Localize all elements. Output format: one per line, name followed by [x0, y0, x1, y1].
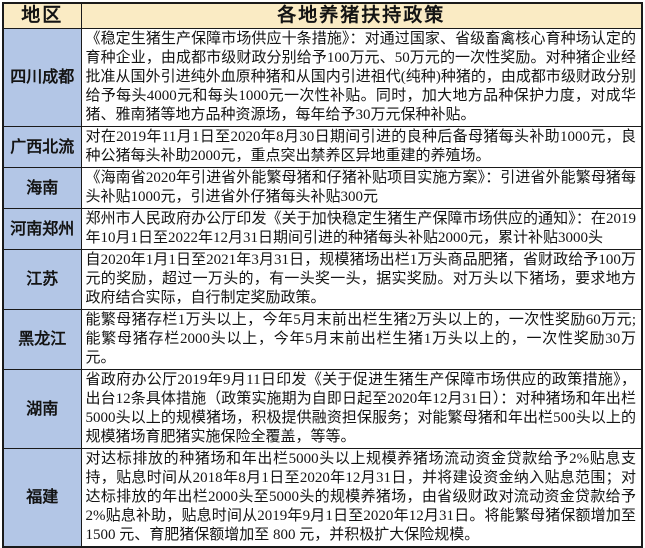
policy-cell: 《海南省2020年引进省外能繁母猪和仔猪补贴项目实施方案》：引进省外能繁母猪每头…: [81, 168, 642, 209]
policy-cell: 郑州市人民政府办公厅印发《关于加快稳定生猪生产保障市场供应的通知》：在2019年…: [81, 209, 642, 250]
policy-cell: 自2020年1月1日至2021年3月31日，规模猪场出栏1万头商品肥猪，省财政给…: [81, 250, 642, 310]
region-cell: 海南: [3, 168, 81, 209]
table-row: 海南 《海南省2020年引进省外能繁母猪和仔猪补贴项目实施方案》：引进省外能繁母…: [3, 168, 642, 209]
policy-cell: 对在2019年11月1日至2020年8月30日期间引进的良种后备母猪每头补助10…: [81, 127, 642, 168]
table-row: 河南郑州 郑州市人民政府办公厅印发《关于加快稳定生猪生产保障市场供应的通知》：在…: [3, 209, 642, 250]
region-cell: 黑龙江: [3, 310, 81, 370]
policy-cell: 能繁母猪存栏1万头以上，今年5月末前出栏生猪2万头以上的，一次性奖励60万元;能…: [81, 310, 642, 370]
region-cell: 四川成都: [3, 29, 81, 127]
policy-column-header: 各地养猪扶持政策: [81, 3, 642, 29]
region-cell: 河南郑州: [3, 209, 81, 250]
policy-cell: 《稳定生猪生产保障市场供应十条措施》：对通过国家、省级畜禽核心育种场认定的育种企…: [81, 29, 642, 127]
table-row: 江苏 自2020年1月1日至2021年3月31日，规模猪场出栏1万头商品肥猪，省…: [3, 250, 642, 310]
table-header-row: 地区 各地养猪扶持政策: [3, 3, 642, 29]
region-cell: 江苏: [3, 250, 81, 310]
region-column-header: 地区: [3, 3, 81, 29]
policy-table-body: 四川成都 《稳定生猪生产保障市场供应十条措施》：对通过国家、省级畜禽核心育种场认…: [3, 29, 642, 548]
table-row: 福建 对达标排放的种猪场和年出栏5000头以上规模养猪场流动资金贷款给予2%贴息…: [3, 449, 642, 548]
table-row: 四川成都 《稳定生猪生产保障市场供应十条措施》：对通过国家、省级畜禽核心育种场认…: [3, 29, 642, 127]
table-row: 广西北流 对在2019年11月1日至2020年8月30日期间引进的良种后备母猪每…: [3, 127, 642, 168]
region-cell: 福建: [3, 449, 81, 548]
region-cell: 湖南: [3, 370, 81, 449]
policy-table: 地区 各地养猪扶持政策 四川成都 《稳定生猪生产保障市场供应十条措施》：对通过国…: [2, 2, 643, 548]
table-row: 黑龙江 能繁母猪存栏1万头以上，今年5月末前出栏生猪2万头以上的，一次性奖励60…: [3, 310, 642, 370]
policy-table-container: 地区 各地养猪扶持政策 四川成都 《稳定生猪生产保障市场供应十条措施》：对通过国…: [0, 0, 645, 548]
region-cell: 广西北流: [3, 127, 81, 168]
policy-cell: 对达标排放的种猪场和年出栏5000头以上规模养猪场流动资金贷款给予2%贴息支持，…: [81, 449, 642, 548]
table-row: 湖南 省政府办公厅2019年9月11日印发《关于促进生猪生产保障市场供应的政策措…: [3, 370, 642, 449]
policy-cell: 省政府办公厅2019年9月11日印发《关于促进生猪生产保障市场供应的政策措施》，…: [81, 370, 642, 449]
